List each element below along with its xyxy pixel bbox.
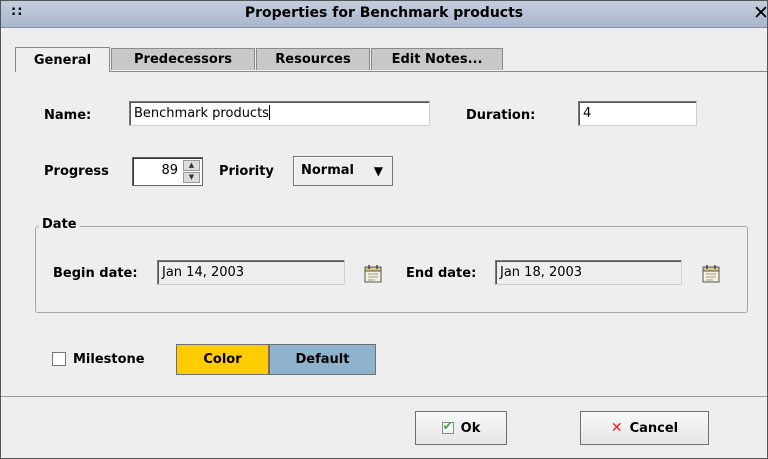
cancel-button[interactable]: ✕ Cancel [580, 411, 709, 445]
spinner-buttons: ▲ ▼ [183, 160, 200, 183]
calendar-icon[interactable] [701, 263, 722, 284]
triangle-down-icon[interactable]: ▼ [183, 172, 200, 183]
title-bar[interactable]: :: Properties for Benchmark products ✕ [1, 1, 767, 28]
cancel-button-label: Cancel [629, 420, 679, 436]
priority-label: Priority [219, 164, 274, 179]
dialog-title: Properties for Benchmark products [244, 5, 524, 21]
tab-predecessors[interactable]: Predecessors [111, 48, 255, 70]
duration-label: Duration: [466, 108, 536, 123]
tab-general[interactable]: General [15, 47, 110, 72]
name-label: Name: [44, 108, 92, 123]
button-bar-separator [1, 396, 767, 397]
triangle-up-icon[interactable]: ▲ [183, 160, 200, 171]
ok-button-label: Ok [460, 420, 481, 436]
color-button[interactable]: Color [176, 344, 269, 375]
progress-spinner[interactable]: 89 ▲ ▼ [132, 157, 203, 186]
end-date-label: End date: [406, 266, 477, 281]
duration-input[interactable]: 4 [578, 101, 697, 126]
text-caret [268, 105, 270, 120]
triangle-down-icon: ▼ [373, 164, 383, 178]
begin-date-label: Begin date: [53, 266, 138, 281]
properties-dialog: :: Properties for Benchmark products ✕ G… [0, 0, 768, 459]
date-group-label: Date [39, 217, 80, 232]
milestone-checkbox[interactable] [52, 352, 66, 366]
calendar-icon[interactable] [363, 263, 384, 284]
check-icon: ✔ [441, 419, 454, 434]
progress-label: Progress [44, 164, 109, 179]
tab-edit-notes[interactable]: Edit Notes... [371, 48, 503, 70]
name-input[interactable]: Benchmark products [129, 101, 430, 126]
milestone-label: Milestone [73, 352, 145, 367]
name-value: Benchmark products [134, 106, 269, 121]
end-date-field[interactable]: Jan 18, 2003 [495, 260, 682, 285]
progress-value: 89 [161, 163, 178, 178]
default-button[interactable]: Default [269, 344, 376, 375]
tab-panel-border [15, 71, 767, 72]
tab-resources[interactable]: Resources [256, 48, 370, 70]
begin-date-field[interactable]: Jan 14, 2003 [157, 260, 345, 285]
close-icon[interactable]: ✕ [753, 2, 767, 24]
priority-value: Normal [301, 163, 354, 178]
default-button-label: Default [295, 352, 350, 367]
x-icon: ✕ [610, 420, 623, 436]
priority-select[interactable]: Normal ▼ [293, 156, 393, 186]
ok-button[interactable]: ✔ Ok [415, 411, 507, 445]
color-button-label: Color [203, 352, 242, 367]
